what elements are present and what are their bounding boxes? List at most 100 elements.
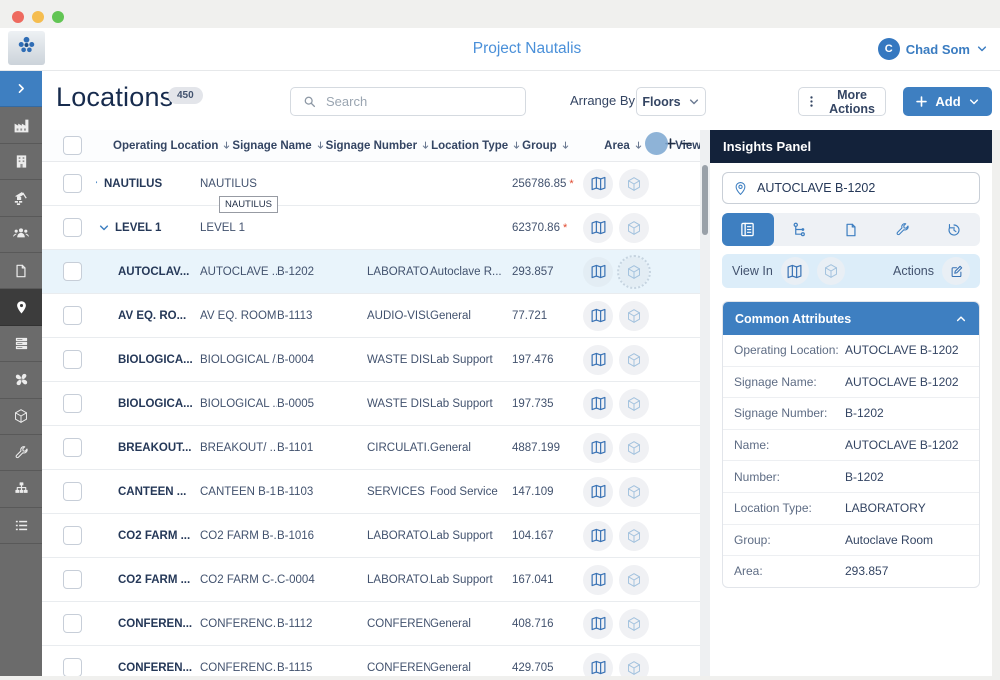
table-row[interactable]: BIOLOGICA... BIOLOGICAL /... B-0004 WAST… (42, 338, 700, 382)
view-in-3d-button[interactable] (619, 169, 649, 199)
view-in-map-button[interactable] (583, 565, 613, 595)
search-box[interactable] (290, 87, 526, 116)
table-row[interactable]: CANTEEN ... CANTEEN B-1... B-1103 SERVIC… (42, 470, 700, 514)
table-row[interactable]: CONFEREN... CONFERENC... B-1115 CONFEREN… (42, 646, 700, 677)
sidebar-item-models[interactable] (0, 399, 42, 435)
column-header-operating-location[interactable]: Operating Location (113, 140, 232, 152)
window-close-button[interactable] (12, 11, 24, 23)
row-checkbox[interactable] (63, 526, 82, 545)
select-all-checkbox[interactable] (63, 136, 82, 155)
row-checkbox[interactable] (63, 394, 82, 413)
table-row[interactable]: AV EQ. RO... AV EQ. ROOM... B-1113 AUDIO… (42, 294, 700, 338)
sidebar-item-locations[interactable] (0, 289, 42, 325)
row-checkbox[interactable] (63, 658, 82, 677)
view-in-map-button[interactable] (583, 653, 613, 678)
view-in-3d-button[interactable] (619, 609, 649, 639)
view-in-map-button[interactable] (583, 257, 613, 287)
view-in-3d-button[interactable] (619, 213, 649, 243)
sidebar-item-expand-panel[interactable] (0, 71, 42, 107)
sidebar-item-lists[interactable] (0, 508, 42, 544)
table-scrollbar[interactable] (700, 130, 710, 680)
insights-tab-details[interactable] (722, 213, 774, 246)
table-row[interactable]: LEVEL 1 LEVEL 1 62370.86* (42, 206, 700, 250)
row-checkbox[interactable] (63, 482, 82, 501)
view-in-map-button[interactable] (583, 213, 613, 243)
sidebar-item-building[interactable] (0, 144, 42, 180)
table-row[interactable]: CO2 FARM ... CO2 FARM B-... B-1016 LABOR… (42, 514, 700, 558)
expand-all-icon[interactable] (664, 137, 677, 153)
row-checkbox[interactable] (63, 306, 82, 325)
view-in-3d-button[interactable] (619, 389, 649, 419)
add-button[interactable]: Add (903, 87, 992, 116)
insights-tab-tools[interactable] (877, 213, 929, 246)
search-input[interactable] (324, 93, 488, 110)
sidebar-item-construction[interactable] (0, 180, 42, 216)
row-checkbox[interactable] (63, 174, 82, 193)
table-row[interactable]: BIOLOGICA... BIOLOGICAL ... B-0005 WASTE… (42, 382, 700, 426)
row-checkbox[interactable] (63, 350, 82, 369)
collapse-all-icon[interactable] (680, 137, 693, 153)
user-menu[interactable]: C Chad Som (878, 38, 988, 60)
sort-descending-icon[interactable] (633, 140, 644, 151)
column-header-signage-number[interactable]: Signage Number (326, 140, 431, 152)
selected-location-chip[interactable]: AUTOCLAVE B-1202 (722, 172, 980, 204)
row-checkbox[interactable] (63, 614, 82, 633)
insights-tab-history[interactable] (928, 213, 980, 246)
view-in-map-button[interactable] (583, 169, 613, 199)
view-in-3d-button[interactable] (619, 521, 649, 551)
more-actions-button[interactable]: More Actions (798, 87, 886, 116)
view-in-map-button[interactable] (583, 389, 613, 419)
sidebar-item-systems[interactable] (0, 362, 42, 398)
insights-tab-tree[interactable] (774, 213, 826, 246)
view-in-3d-button[interactable] (619, 565, 649, 595)
view-in-3d-button[interactable] (619, 433, 649, 463)
common-attributes-header[interactable]: Common Attributes (723, 302, 979, 335)
table-row[interactable]: BREAKOUT... BREAKOUT/ ... B-1101 CIRCULA… (42, 426, 700, 470)
view-in-3d-button[interactable] (619, 345, 649, 375)
view-in-3d-button[interactable] (619, 653, 649, 678)
insights-tab-document[interactable] (825, 213, 877, 246)
sidebar-item-people[interactable] (0, 217, 42, 253)
sort-descending-icon[interactable] (221, 140, 232, 151)
collapse-chevron-icon[interactable] (955, 313, 967, 325)
view-in-map-button[interactable] (583, 433, 613, 463)
scrollbar-thumb[interactable] (702, 165, 708, 235)
sort-descending-icon[interactable] (511, 140, 522, 151)
window-zoom-button[interactable] (52, 11, 64, 23)
sort-descending-icon[interactable] (315, 140, 326, 151)
sort-descending-icon[interactable] (420, 140, 431, 151)
view-in-3d-button[interactable] (619, 257, 649, 287)
sidebar-item-assets[interactable] (0, 326, 42, 362)
row-checkbox[interactable] (63, 438, 82, 457)
view-in-map-button[interactable] (583, 609, 613, 639)
view-in-map-button[interactable] (781, 257, 809, 285)
row-checkbox[interactable] (63, 262, 82, 281)
table-row[interactable]: AUTOCLAV... AUTOCLAVE ... B-1202 LABORAT… (42, 250, 700, 294)
view-in-map-button[interactable] (583, 345, 613, 375)
row-checkbox[interactable] (63, 570, 82, 589)
table-row[interactable]: CONFEREN... CONFERENC... B-1112 CONFEREN… (42, 602, 700, 646)
view-in-3d-button[interactable] (619, 477, 649, 507)
column-header-location-type[interactable]: Location Type (431, 140, 522, 152)
column-header-signage-name[interactable]: Signage Name (232, 140, 325, 152)
row-checkbox[interactable] (63, 218, 82, 237)
sidebar-item-hierarchy[interactable] (0, 471, 42, 507)
expand-chevron-icon[interactable] (98, 222, 110, 234)
view-in-map-button[interactable] (583, 477, 613, 507)
sidebar-item-documents[interactable] (0, 253, 42, 289)
view-in-3d-button[interactable] (817, 257, 845, 285)
arrange-by-dropdown[interactable]: Floors (636, 87, 706, 116)
app-logo-icon[interactable] (8, 31, 45, 65)
sidebar-item-factory[interactable] (0, 107, 42, 143)
table-row[interactable]: NAUTILUS NAUTILUS 256786.85* (42, 162, 700, 206)
sort-descending-icon[interactable] (560, 140, 571, 151)
view-in-map-button[interactable] (583, 521, 613, 551)
table-row[interactable]: CO2 FARM ... CO2 FARM C-... C-0004 LABOR… (42, 558, 700, 602)
window-minimize-button[interactable] (32, 11, 44, 23)
view-in-3d-button[interactable] (619, 301, 649, 331)
expand-chevron-icon[interactable] (96, 178, 99, 190)
edit-actions-button[interactable] (942, 257, 970, 285)
sidebar-item-tools[interactable] (0, 435, 42, 471)
view-in-map-button[interactable] (583, 301, 613, 331)
column-header-group[interactable]: Group (522, 140, 604, 152)
